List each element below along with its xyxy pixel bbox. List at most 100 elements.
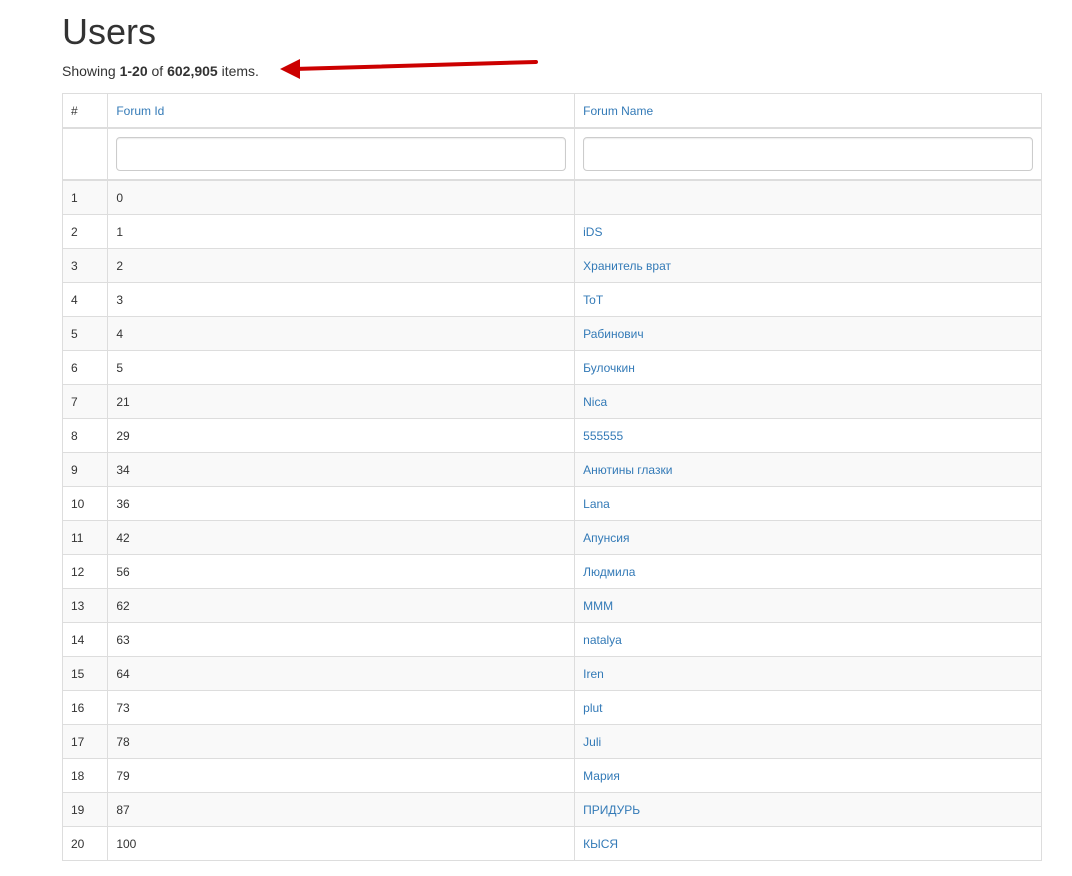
forum-name-filter-input[interactable] bbox=[583, 137, 1033, 171]
forum-name-link[interactable]: Анютины глазки bbox=[583, 463, 672, 477]
row-forum-name-cell: iDS bbox=[574, 214, 1042, 249]
row-forum-id-cell: 56 bbox=[107, 554, 576, 589]
row-forum-id-cell: 36 bbox=[107, 486, 576, 521]
table-row: 6 5 Булочкин bbox=[61, 350, 1042, 385]
sort-forum-id-link[interactable]: Forum Id bbox=[116, 104, 164, 118]
forum-name-link[interactable]: МММ bbox=[583, 599, 613, 613]
row-forum-id-cell: 64 bbox=[107, 656, 576, 691]
table-row: 19 87 ПРИДУРЬ bbox=[61, 792, 1042, 827]
row-forum-name-cell: ПРИДУРЬ bbox=[574, 792, 1042, 827]
forum-name-link[interactable]: Людмила bbox=[583, 565, 635, 579]
row-serial-cell: 10 bbox=[61, 486, 109, 521]
row-forum-id-cell: 1 bbox=[107, 214, 576, 249]
row-forum-id-cell: 0 bbox=[107, 179, 576, 215]
table-row: 13 62 МММ bbox=[61, 588, 1042, 623]
filter-row bbox=[61, 127, 1042, 181]
forum-name-link[interactable]: iDS bbox=[583, 225, 602, 239]
row-serial-cell: 8 bbox=[61, 418, 109, 453]
column-header-serial-label: # bbox=[71, 103, 78, 118]
forum-name-link[interactable]: Хранитель врат bbox=[583, 259, 671, 273]
forum-name-link[interactable]: Nica bbox=[583, 395, 607, 409]
table-row: 7 21 Nica bbox=[61, 384, 1042, 419]
forum-name-link[interactable]: КЫСЯ bbox=[583, 837, 618, 851]
row-forum-id-cell: 42 bbox=[107, 520, 576, 555]
table-row: 17 78 Juli bbox=[61, 724, 1042, 759]
column-header-forum-name: Forum Name bbox=[574, 93, 1042, 129]
row-forum-id-cell: 73 bbox=[107, 690, 576, 725]
row-forum-name-cell: plut bbox=[574, 690, 1042, 725]
row-forum-id-cell: 63 bbox=[107, 622, 576, 657]
table-row: 3 2 Хранитель врат bbox=[61, 248, 1042, 283]
row-serial-cell: 3 bbox=[61, 248, 109, 283]
row-forum-name-cell: Булочкин bbox=[574, 350, 1042, 385]
page-title: Users bbox=[62, 11, 157, 52]
forum-name-link[interactable]: Lana bbox=[583, 497, 610, 511]
row-forum-name-cell: natalya bbox=[574, 622, 1042, 657]
row-forum-id-cell: 5 bbox=[107, 350, 576, 385]
row-serial-cell: 15 bbox=[61, 656, 109, 691]
row-forum-name-cell: Мария bbox=[574, 758, 1042, 793]
table-row: 2 1 iDS bbox=[61, 214, 1042, 249]
summary-middle: of bbox=[147, 63, 168, 79]
forum-name-link[interactable]: Мария bbox=[583, 769, 620, 783]
table-row: 12 56 Людмила bbox=[61, 554, 1042, 589]
row-forum-name-cell: Людмила bbox=[574, 554, 1042, 589]
row-forum-name-cell: Lana bbox=[574, 486, 1042, 521]
row-serial-cell: 7 bbox=[61, 384, 109, 419]
row-serial-cell: 2 bbox=[61, 214, 109, 249]
summary-total: 602,905 bbox=[167, 63, 218, 79]
row-serial-cell: 4 bbox=[61, 282, 109, 317]
row-forum-name-cell: 555555 bbox=[574, 418, 1042, 453]
annotation-arrow-shaft bbox=[292, 60, 538, 71]
table-body: 1 0 2 1 iDS 3 2 Хранитель врат 4 3 ToT 5 4 Рабинович 6… bbox=[61, 179, 1042, 861]
row-forum-id-cell: 2 bbox=[107, 248, 576, 283]
forum-name-link[interactable]: Iren bbox=[583, 667, 604, 681]
row-forum-id-cell: 100 bbox=[107, 826, 576, 861]
forum-name-link[interactable]: natalya bbox=[583, 633, 622, 647]
filter-cell-forum-name bbox=[574, 127, 1042, 181]
row-serial-cell: 13 bbox=[61, 588, 109, 623]
forum-name-link[interactable]: Рабинович bbox=[583, 327, 644, 341]
forum-name-link[interactable]: Juli bbox=[583, 735, 601, 749]
row-serial-cell: 1 bbox=[61, 179, 109, 215]
forum-name-link[interactable]: ПРИДУРЬ bbox=[583, 803, 640, 817]
table-row: 8 29 555555 bbox=[61, 418, 1042, 453]
row-forum-id-cell: 87 bbox=[107, 792, 576, 827]
row-serial-cell: 6 bbox=[61, 350, 109, 385]
forum-id-filter-input[interactable] bbox=[116, 137, 567, 171]
column-header-serial: # bbox=[61, 93, 109, 129]
summary-range: 1-20 bbox=[119, 63, 148, 79]
forum-name-link[interactable]: plut bbox=[583, 701, 602, 715]
row-forum-id-cell: 62 bbox=[107, 588, 576, 623]
summary-prefix: Showing bbox=[62, 63, 120, 79]
table-row: 5 4 Рабинович bbox=[61, 316, 1042, 351]
forum-name-link[interactable]: 555555 bbox=[583, 429, 623, 443]
row-serial-cell: 20 bbox=[61, 826, 109, 861]
row-forum-name-cell: Juli bbox=[574, 724, 1042, 759]
table-row: 18 79 Мария bbox=[61, 758, 1042, 793]
table-row: 15 64 Iren bbox=[61, 656, 1042, 691]
forum-name-link[interactable]: Булочкин bbox=[583, 361, 635, 375]
row-serial-cell: 19 bbox=[61, 792, 109, 827]
row-serial-cell: 11 bbox=[61, 520, 109, 555]
table-header-row: # Forum Id Forum Name bbox=[61, 93, 1042, 129]
forum-name-link[interactable]: ToT bbox=[583, 293, 603, 307]
row-serial-cell: 14 bbox=[61, 622, 109, 657]
annotation-arrow-head bbox=[280, 59, 300, 79]
forum-name-link[interactable]: Апунсия bbox=[583, 531, 629, 545]
row-forum-id-cell: 21 bbox=[107, 384, 576, 419]
sort-forum-name-link[interactable]: Forum Name bbox=[583, 104, 653, 118]
pagination-summary: Showing 1-20 of 602,905 items. bbox=[62, 63, 259, 79]
row-forum-name-cell: Рабинович bbox=[574, 316, 1042, 351]
table-row: 10 36 Lana bbox=[61, 486, 1042, 521]
row-forum-name-cell: Хранитель врат bbox=[574, 248, 1042, 283]
summary-suffix: items. bbox=[217, 63, 259, 79]
table-row: 11 42 Апунсия bbox=[61, 520, 1042, 555]
users-grid: # Forum Id Forum Name 1 0 2 1 iDS 3 2 Хранитель… bbox=[61, 93, 1042, 861]
filter-cell-forum-id bbox=[107, 127, 576, 181]
row-forum-name-cell bbox=[574, 179, 1042, 215]
row-forum-name-cell: Апунсия bbox=[574, 520, 1042, 555]
row-forum-id-cell: 29 bbox=[107, 418, 576, 453]
row-forum-name-cell: ToT bbox=[574, 282, 1042, 317]
filter-cell-serial bbox=[61, 127, 109, 181]
